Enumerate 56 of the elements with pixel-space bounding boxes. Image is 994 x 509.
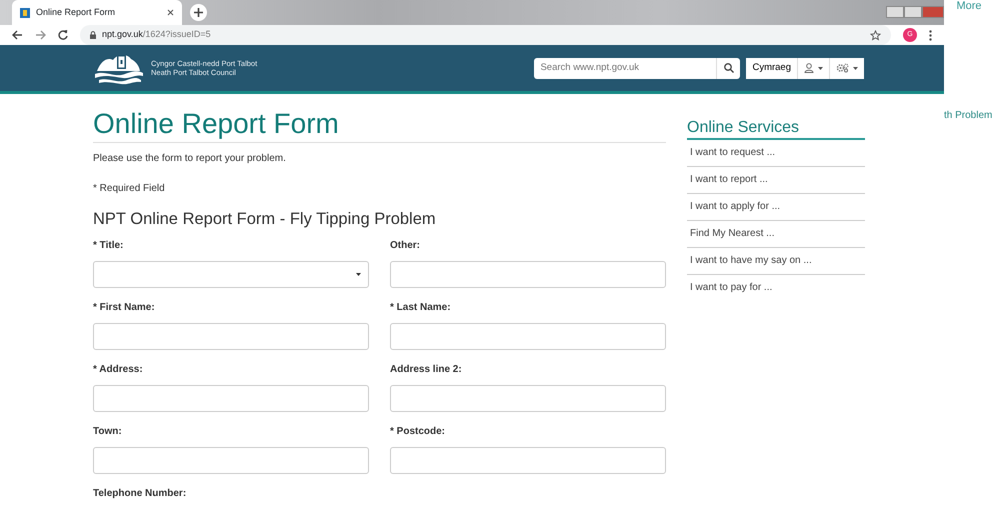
sidebar-link[interactable]: I want to pay for ... bbox=[687, 275, 865, 302]
sidebar-link[interactable]: I want to have my say on ... bbox=[687, 248, 865, 276]
gears-icon bbox=[836, 63, 849, 74]
lock-icon bbox=[90, 31, 96, 40]
search-field[interactable]: Search www.npt.gov.uk bbox=[534, 58, 716, 79]
site-favicon-icon bbox=[20, 8, 30, 18]
field-label: * Last Name: bbox=[390, 301, 452, 315]
intro-text: Please use the form to report your problem. bbox=[93, 152, 287, 166]
star-icon[interactable] bbox=[870, 30, 881, 41]
sidebar-link[interactable]: I want to report ... bbox=[687, 167, 865, 194]
required-field-note: * Required Field bbox=[93, 182, 166, 196]
caret-icon bbox=[356, 273, 361, 276]
input-field[interactable] bbox=[390, 385, 666, 412]
language-button[interactable]: Cymraeg bbox=[746, 58, 798, 79]
input-field[interactable] bbox=[390, 323, 666, 350]
input-field[interactable] bbox=[93, 447, 369, 474]
input-field[interactable] bbox=[390, 447, 666, 474]
input-field[interactable] bbox=[390, 261, 666, 288]
sidebar-link[interactable]: I want to request ... bbox=[687, 140, 865, 168]
browser-tab[interactable]: Online Report Form bbox=[12, 0, 182, 26]
caret-icon bbox=[818, 66, 823, 70]
menu-icon[interactable] bbox=[929, 30, 932, 41]
back-arrow-icon[interactable] bbox=[12, 30, 23, 40]
maximize-button[interactable] bbox=[904, 6, 922, 18]
field-label: * Address: bbox=[93, 363, 144, 377]
partial-text: th Problem bbox=[944, 109, 994, 124]
input-field[interactable] bbox=[93, 385, 369, 412]
form-title: NPT Online Report Form - Fly Tipping Problem bbox=[93, 210, 437, 230]
close-icon[interactable] bbox=[167, 9, 174, 16]
partial-link-text: More bbox=[956, 0, 982, 12]
field-label: * First Name: bbox=[93, 301, 156, 315]
address-bar[interactable]: npt.gov.uk/1624?issueID=5 bbox=[80, 25, 891, 46]
page-heading: Online Report Form bbox=[93, 108, 666, 144]
field-label: Address line 2: bbox=[390, 363, 463, 377]
url-domain: npt.gov.uk bbox=[102, 29, 143, 40]
select-field[interactable] bbox=[93, 261, 369, 288]
new-tab-button[interactable] bbox=[190, 4, 207, 22]
sidebar-link[interactable]: Find My Nearest ... bbox=[687, 221, 865, 248]
field-label: Other: bbox=[390, 239, 421, 253]
input-field[interactable] bbox=[93, 323, 369, 350]
person-icon bbox=[804, 63, 814, 74]
caret-icon bbox=[853, 66, 858, 70]
minimize-button[interactable] bbox=[886, 6, 904, 18]
search-icon bbox=[724, 63, 734, 74]
field-label: * Postcode: bbox=[390, 425, 446, 439]
sidebar-heading: Online Services bbox=[687, 118, 865, 140]
forward-arrow-icon[interactable] bbox=[35, 30, 46, 40]
field-label: Telephone Number: bbox=[93, 487, 188, 501]
field-label: Town: bbox=[93, 425, 123, 439]
tab-title: Online Report Form bbox=[36, 6, 116, 19]
url-path: /1624?issueID=5 bbox=[142, 29, 211, 40]
search-button[interactable] bbox=[716, 58, 740, 79]
sidebar-link[interactable]: I want to apply for ... bbox=[687, 194, 865, 222]
reload-icon[interactable] bbox=[58, 30, 68, 40]
field-label: * Title: bbox=[93, 239, 124, 253]
plus-icon bbox=[194, 8, 203, 18]
